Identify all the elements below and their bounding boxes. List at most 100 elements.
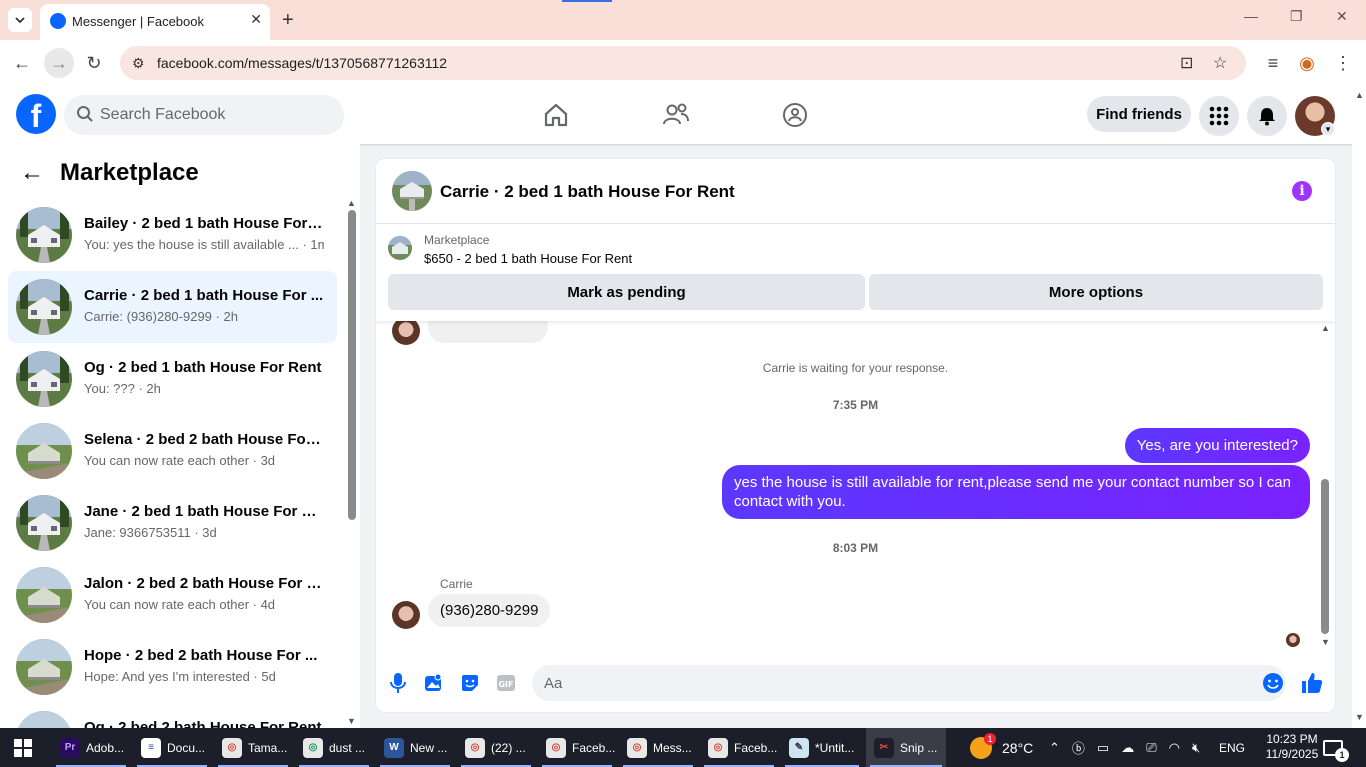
minimize-icon[interactable]: — <box>1244 8 1258 24</box>
microphone-icon[interactable] <box>386 671 410 695</box>
sticker-icon[interactable] <box>458 671 482 695</box>
notification-center-icon[interactable]: 1 <box>1323 728 1349 767</box>
conversation-item[interactable]: Hope · 2 bed 2 bath House For ... Hope: A… <box>8 631 337 703</box>
taskbar-app-button[interactable]: W New ... <box>376 728 454 767</box>
taskbar-app-icon: ✎ <box>789 737 809 758</box>
conversation-item[interactable]: Og · 2 bed 2 bath House For Rent <box>8 703 337 728</box>
conversation-item[interactable]: Bailey · 2 bed 1 bath House For ... You: … <box>8 199 337 271</box>
conversation-item[interactable]: Jane · 2 bed 1 bath House For Re... Jane:… <box>8 487 337 559</box>
gif-icon[interactable]: GIF <box>494 671 518 695</box>
forward-arrow-icon[interactable]: → <box>44 48 74 78</box>
restore-icon[interactable]: ❐ <box>1290 8 1303 25</box>
browser-tab-active[interactable]: Messenger | Facebook ✕ <box>40 4 270 40</box>
scroll-up-icon[interactable]: ▲ <box>347 198 356 208</box>
conversation-item[interactable]: Og · 2 bed 1 bath House For Rent You: ???… <box>8 343 337 415</box>
taskbar-app-button[interactable]: ◎ Faceb... <box>700 728 778 767</box>
taskbar-app-icon: ◎ <box>222 737 242 758</box>
address-bar[interactable]: ⚙ facebook.com/messages/t/13705687712631… <box>120 46 1246 80</box>
browser-menu-icon[interactable]: ⋮ <box>1332 52 1354 74</box>
find-friends-button[interactable]: Find friends <box>1087 96 1191 132</box>
incoming-message[interactable]: (936)280-9299 <box>428 594 551 627</box>
bookmark-star-icon[interactable]: ☆ <box>1213 53 1227 73</box>
message-input-box[interactable] <box>532 665 1286 701</box>
system-clock[interactable]: 10:23 PM 11/9/2025 <box>1262 732 1322 762</box>
emoji-icon[interactable] <box>1261 671 1285 695</box>
notifications-bell-icon[interactable] <box>1247 96 1287 136</box>
taskbar-app-label: Mess... <box>653 740 692 755</box>
taskbar-app-button[interactable]: ✂ Snip ... <box>866 728 946 767</box>
page-scrollbar[interactable]: ▲ ▼ <box>1352 86 1366 728</box>
listing-title[interactable]: $650 - 2 bed 1 bath House For Rent <box>424 251 632 266</box>
info-icon[interactable]: i <box>1292 181 1312 201</box>
window-close-icon[interactable]: ✕ <box>1336 8 1348 25</box>
onedrive-cloud-icon[interactable]: ☁ <box>1121 740 1134 756</box>
taskbar-app-label: Tama... <box>248 740 288 755</box>
message-input[interactable] <box>544 665 1244 701</box>
taskbar-app-button[interactable]: ◎ Faceb... <box>538 728 616 767</box>
scroll-down-icon[interactable]: ▼ <box>347 716 356 726</box>
taskbar-app-button[interactable]: ◎ Tama... <box>214 728 292 767</box>
friends-icon[interactable] <box>661 100 691 130</box>
site-settings-icon[interactable]: ⚙ <box>132 55 145 72</box>
chevron-down-icon <box>15 17 25 24</box>
search-box[interactable] <box>64 95 344 135</box>
taskbar-app-button[interactable]: Pr Adob... <box>52 728 130 767</box>
home-icon[interactable] <box>541 100 571 130</box>
conversation-preview: Carrie: (936)280-9299 · 2h <box>84 309 238 324</box>
sender-avatar[interactable] <box>392 601 420 629</box>
listing-thumbnail[interactable] <box>388 236 412 260</box>
battery-icon[interactable]: ▭ <box>1097 740 1109 756</box>
taskbar-app-button[interactable]: ✎ *Untit... <box>781 728 863 767</box>
taskbar-app-button[interactable]: ◎ (22) ... <box>457 728 535 767</box>
wifi-icon[interactable]: ◠ <box>1169 740 1180 756</box>
outgoing-message[interactable]: yes the house is still available for ren… <box>722 465 1310 519</box>
search-input[interactable] <box>100 95 330 135</box>
close-tab-icon[interactable]: ✕ <box>250 11 262 28</box>
account-chevron-icon[interactable]: ▾ <box>1321 122 1335 136</box>
windows-start-icon[interactable] <box>14 739 32 757</box>
weather-widget[interactable]: 1 28°C <box>970 728 1033 767</box>
facebook-logo-icon[interactable]: f <box>16 94 56 134</box>
language-indicator[interactable]: ENG <box>1219 728 1245 767</box>
taskbar-app-button[interactable]: ◎ dust ... <box>295 728 373 767</box>
conversation-avatar[interactable] <box>392 171 432 211</box>
taskbar-app-button[interactable]: ◎ Mess... <box>619 728 697 767</box>
new-tab-button[interactable]: + <box>282 8 294 32</box>
reload-icon[interactable]: ↻ <box>83 52 105 74</box>
scroll-down-icon[interactable]: ▼ <box>1355 712 1364 722</box>
url-text[interactable]: facebook.com/messages/t/1370568771263112 <box>157 55 447 71</box>
conversation-preview: You can now rate each other · 4d <box>84 597 276 612</box>
marketplace-listing-bar: Marketplace $650 - 2 bed 1 bath House Fo… <box>376 224 1335 321</box>
install-app-icon[interactable]: ⊡ <box>1180 53 1193 73</box>
more-options-button[interactable]: More options <box>869 274 1323 310</box>
scroll-down-icon[interactable]: ▼ <box>1321 637 1330 647</box>
thread-scrollbar[interactable]: ▲ ▼ <box>1319 321 1331 651</box>
taskbar-app-button[interactable]: ≡ Docu... <box>133 728 211 767</box>
photo-icon[interactable] <box>422 671 446 695</box>
conversation-item[interactable]: Carrie · 2 bed 1 bath House For ... Carri… <box>8 271 337 343</box>
conversation-item[interactable]: Jalon · 2 bed 2 bath House For R... You c… <box>8 559 337 631</box>
volume-muted-icon[interactable]: 🔇︎ <box>1192 740 1200 756</box>
scroll-up-icon[interactable]: ▲ <box>1355 90 1364 100</box>
tab-search-button[interactable] <box>8 8 32 32</box>
back-arrow-icon[interactable]: ← <box>20 159 44 187</box>
list-scrollbar[interactable]: ▲ ▼ <box>346 198 358 728</box>
back-arrow-icon[interactable]: ← <box>11 52 33 74</box>
tray-chevron-up-icon[interactable]: ⌃ <box>1049 740 1060 756</box>
profile-account-icon[interactable]: ◉ <box>1296 52 1318 74</box>
thumbs-up-icon[interactable] <box>1300 671 1324 695</box>
menu-grid-icon[interactable] <box>1199 96 1239 136</box>
media-controls-icon[interactable]: ≡ <box>1262 52 1284 74</box>
chat-panel: Carrie · 2 bed 1 bath House For Rent i M… <box>376 159 1335 712</box>
notification-count-badge: 1 <box>1335 747 1349 762</box>
outgoing-message[interactable]: Yes, are you interested? <box>1124 428 1310 463</box>
conversation-title[interactable]: Carrie · 2 bed 1 bath House For Rent <box>440 182 735 202</box>
scroll-up-icon[interactable]: ▲ <box>1321 323 1330 333</box>
scrollbar-thumb[interactable] <box>348 210 356 520</box>
meet-now-icon[interactable]: ⎚ <box>1146 740 1156 756</box>
mark-as-pending-button[interactable]: Mark as pending <box>388 274 865 310</box>
ime-icon[interactable]: ⓑ <box>1072 738 1085 757</box>
groups-icon[interactable] <box>780 100 810 130</box>
scrollbar-thumb[interactable] <box>1321 479 1329 634</box>
conversation-item[interactable]: Selena · 2 bed 2 bath House For ... You c… <box>8 415 337 487</box>
